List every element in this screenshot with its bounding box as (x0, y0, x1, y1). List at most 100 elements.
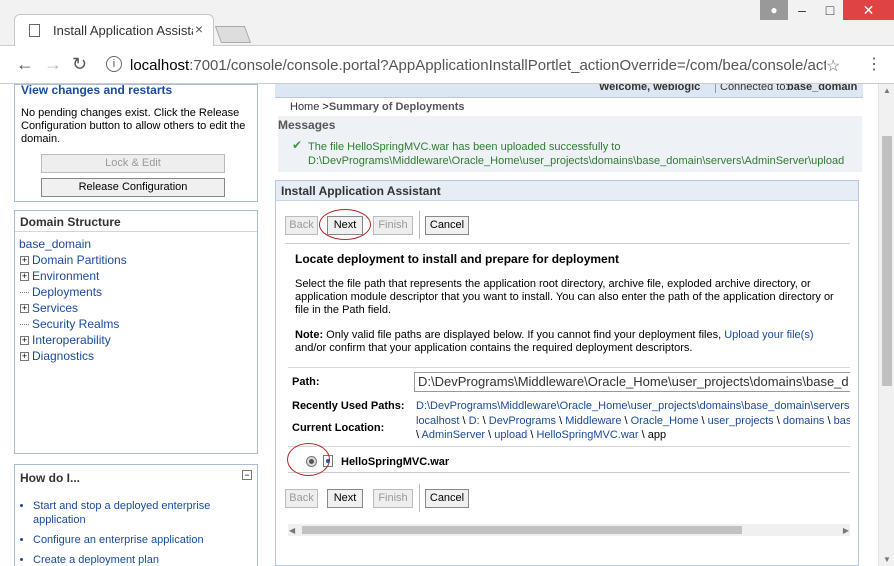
url-text[interactable]: localhost:7001/console/console.portal?Ap… (130, 57, 826, 74)
path-input[interactable]: D:\DevPrograms\Middleware\Oracle_Home\us… (414, 372, 850, 392)
location-separator: \ (459, 415, 469, 427)
tree-item-label[interactable]: Deployments (32, 285, 102, 299)
maximize-icon[interactable]: □ (814, 0, 846, 20)
how-do-i-link[interactable]: Configure an enterprise application (33, 533, 233, 547)
tree-root-base-domain[interactable]: base_domain (19, 237, 91, 251)
tree-item[interactable]: Security Realms (20, 317, 119, 331)
domain-structure-panel: Domain Structure base_domain + Domain Par… (14, 210, 258, 454)
button-divider (419, 211, 420, 239)
location-segment-link[interactable]: AdminServer (422, 429, 486, 441)
menu-icon[interactable]: ⋮ (866, 54, 882, 74)
file-name: HelloSpringMVC.war (341, 456, 450, 468)
location-separator: \ (773, 415, 783, 427)
collapse-icon[interactable]: − (242, 470, 252, 480)
location-segment-link[interactable]: upload (494, 429, 527, 441)
tree-item-label[interactable]: Domain Partitions (32, 253, 127, 267)
finish-button-bottom[interactable]: Finish (373, 489, 413, 508)
location-segment-link[interactable]: D: (469, 415, 480, 427)
tree-item[interactable]: Deployments (20, 285, 102, 299)
view-changes-link[interactable]: View changes and restarts (21, 84, 172, 97)
scroll-down-icon[interactable]: ▼ (883, 555, 891, 564)
tree-item-label[interactable]: Environment (32, 269, 99, 283)
tab-close-icon[interactable]: × (195, 21, 203, 37)
location-segment-link[interactable]: Oracle_Home (631, 415, 699, 427)
tree-connector (20, 324, 29, 326)
how-do-i-title: How do I... (20, 471, 80, 485)
tree-item-label[interactable]: Diagnostics (32, 349, 94, 363)
back-button-bottom[interactable]: Back (285, 489, 318, 508)
location-segment-link[interactable]: user_projects (708, 415, 774, 427)
tab-title: Install Application Assista (53, 23, 193, 38)
recent-paths-label: Recently Used Paths: (292, 400, 405, 412)
breadcrumb-current[interactable]: Summary of Deployments (329, 101, 465, 113)
checkmark-icon: ✔ (292, 138, 303, 152)
file-row: HelloSpringMVC.war (288, 451, 850, 473)
how-do-i-link[interactable]: Create a deployment plan (33, 553, 233, 566)
scroll-up-icon[interactable]: ▲ (883, 86, 891, 95)
lock-edit-button[interactable]: Lock & Edit (41, 154, 225, 173)
cancel-button-bottom[interactable]: Cancel (425, 489, 469, 508)
back-arrow-icon[interactable]: ← (16, 54, 34, 75)
forward-arrow-icon[interactable]: → (44, 54, 62, 75)
browser-tab[interactable]: Install Application Assista × (14, 14, 214, 46)
back-button[interactable]: Back (285, 216, 318, 235)
horizontal-scrollbar[interactable]: ◀ ▶ (288, 524, 850, 536)
tree-item[interactable]: + Environment (20, 269, 99, 283)
location-segment-link[interactable]: DevPrograms (489, 415, 556, 427)
tree-item[interactable]: + Domain Partitions (20, 253, 127, 267)
tree-item[interactable]: + Services (20, 301, 78, 315)
reload-icon[interactable]: ↻ (72, 54, 87, 75)
expand-icon[interactable]: + (20, 272, 29, 282)
location-segment-link[interactable]: domains (783, 415, 825, 427)
expand-icon[interactable]: + (20, 336, 29, 346)
upload-success-message: The file HelloSpringMVC.war has been upl… (308, 141, 845, 167)
cancel-button[interactable]: Cancel (425, 216, 469, 235)
location-separator: \ (698, 415, 708, 427)
window-close-icon[interactable]: ✕ (843, 0, 894, 20)
tree-item-label[interactable]: Interoperability (32, 333, 111, 347)
tree-item-label[interactable]: Services (32, 301, 78, 315)
tree-item-label[interactable]: Security Realms (32, 317, 119, 331)
location-separator: \ (485, 429, 495, 441)
location-current: app (647, 429, 667, 441)
location-segment-link[interactable]: bas (834, 415, 850, 427)
address-bar[interactable]: i localhost:7001/console/console.portal?… (100, 51, 856, 79)
expand-icon[interactable]: + (20, 352, 29, 362)
location-separator: \ (556, 415, 566, 427)
domain-structure-title: Domain Structure (15, 211, 257, 232)
location-separator: \ (621, 415, 631, 427)
expand-icon[interactable]: + (20, 256, 29, 266)
user-profile-icon[interactable]: ● (760, 0, 788, 20)
location-segment-link[interactable]: localhost (416, 415, 459, 427)
next-button-bottom[interactable]: Next (327, 489, 363, 508)
breadcrumb-home[interactable]: Home (290, 101, 319, 113)
tree-item[interactable]: + Diagnostics (20, 349, 94, 363)
highlight-circle-next (319, 209, 371, 240)
location-segment-link[interactable]: HelloSpringMVC.war (536, 429, 638, 441)
horizontal-scroll-thumb[interactable] (302, 526, 742, 534)
breadcrumb: Home >Summary of Deployments (290, 101, 465, 113)
change-center-panel: View changes and restarts No pending cha… (14, 84, 258, 202)
bookmark-star-icon[interactable]: ☆ (826, 56, 840, 76)
info-icon[interactable]: i (106, 56, 122, 72)
install-assistant-panel: Install Application Assistant Back Next … (275, 180, 859, 566)
messages-panel: Messages ✔ The file HelloSpringMVC.war h… (278, 116, 862, 172)
vertical-scrollbar[interactable]: ▲ ▼ (878, 84, 894, 566)
button-divider-bottom (419, 484, 420, 512)
assistant-description: Select the file path that represents the… (295, 278, 834, 316)
how-do-i-link[interactable]: Start and stop a deployed enterprise app… (33, 499, 233, 527)
upload-files-link[interactable]: Upload your file(s) (724, 329, 813, 341)
finish-button[interactable]: Finish (373, 216, 413, 235)
current-location-path-2: \ AdminServer \ upload \ HelloSpringMVC.… (416, 429, 666, 441)
messages-title: Messages (278, 118, 336, 132)
tree-item[interactable]: + Interoperability (20, 333, 111, 347)
expand-icon[interactable]: + (20, 304, 29, 314)
new-tab-button[interactable] (214, 26, 252, 43)
tree-connector (20, 292, 29, 294)
path-label: Path: (292, 376, 320, 388)
recent-path-link[interactable]: D:\DevPrograms\Middleware\Oracle_Home\us… (416, 400, 849, 412)
path-table: Path: D:\DevPrograms\Middleware\Oracle_H… (288, 367, 850, 447)
location-segment-link[interactable]: Middleware (565, 415, 621, 427)
release-configuration-button[interactable]: Release Configuration (41, 178, 225, 197)
vertical-scroll-thumb[interactable] (882, 136, 892, 386)
